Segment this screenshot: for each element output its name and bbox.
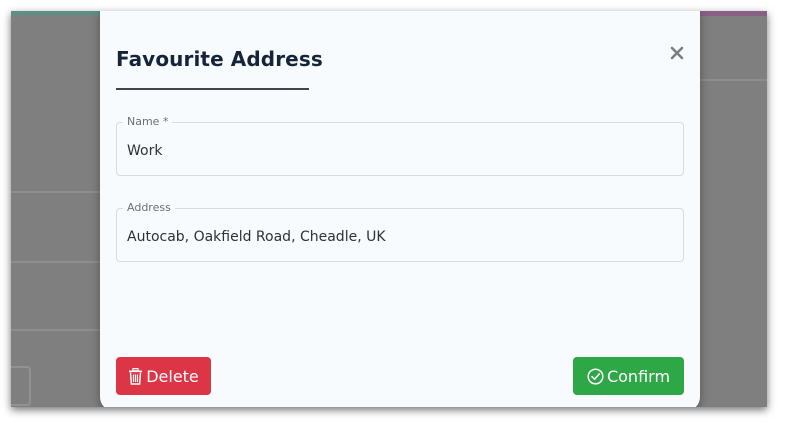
name-field: Name * — [116, 115, 684, 176]
background-divider — [11, 329, 101, 331]
favourite-address-dialog: Favourite Address Name * Address — [100, 11, 700, 407]
address-field: Address — [116, 201, 684, 262]
close-button[interactable] — [666, 42, 688, 64]
delete-button[interactable]: Delete — [116, 357, 211, 395]
address-input[interactable] — [127, 227, 667, 247]
app-screen: Favourite Address Name * Address — [11, 11, 767, 407]
background-control — [11, 366, 31, 406]
background-accent-bar — [11, 11, 101, 15]
confirm-button[interactable]: Confirm — [573, 357, 684, 395]
name-field-label: Name * — [123, 115, 173, 129]
address-field-label: Address — [123, 201, 175, 215]
close-icon — [666, 46, 688, 67]
name-input[interactable] — [127, 141, 667, 161]
dialog-title: Favourite Address — [116, 47, 323, 71]
confirm-button-label: Confirm — [606, 366, 671, 386]
trash-icon — [128, 367, 143, 385]
delete-button-label: Delete — [146, 366, 199, 386]
title-underline — [116, 88, 309, 90]
background-divider — [11, 261, 101, 263]
background-divider — [11, 191, 101, 193]
check-circle-icon — [587, 367, 604, 385]
